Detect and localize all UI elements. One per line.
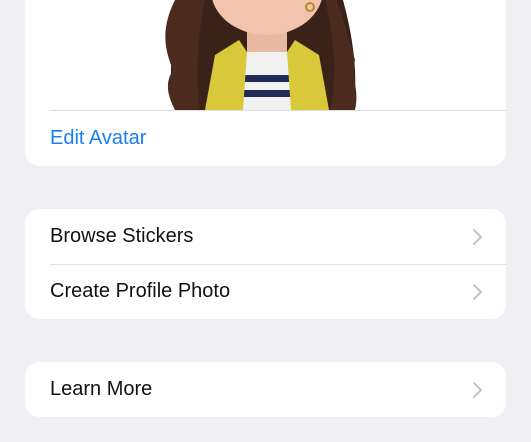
memoji-avatar-image xyxy=(165,0,357,110)
create-profile-photo-row[interactable]: Create Profile Photo xyxy=(25,264,506,319)
options-card: Browse Stickers Create Profile Photo xyxy=(25,209,506,319)
chevron-right-icon xyxy=(473,284,482,300)
chevron-right-icon xyxy=(473,229,482,245)
learn-more-label: Learn More xyxy=(50,378,153,400)
avatar-preview xyxy=(25,0,506,110)
chevron-right-icon xyxy=(473,382,482,398)
browse-stickers-row[interactable]: Browse Stickers xyxy=(25,209,506,264)
browse-stickers-label: Browse Stickers xyxy=(50,225,194,247)
avatar-shirt-stripe xyxy=(239,90,295,97)
learn-more-row[interactable]: Learn More xyxy=(25,362,506,417)
avatar-shirt-stripe xyxy=(239,75,295,82)
avatar-card: Edit Avatar xyxy=(25,0,506,166)
edit-avatar-link[interactable]: Edit Avatar xyxy=(50,126,146,150)
divider xyxy=(50,110,506,111)
learn-more-card: Learn More xyxy=(25,362,506,417)
create-profile-photo-label: Create Profile Photo xyxy=(50,280,231,302)
